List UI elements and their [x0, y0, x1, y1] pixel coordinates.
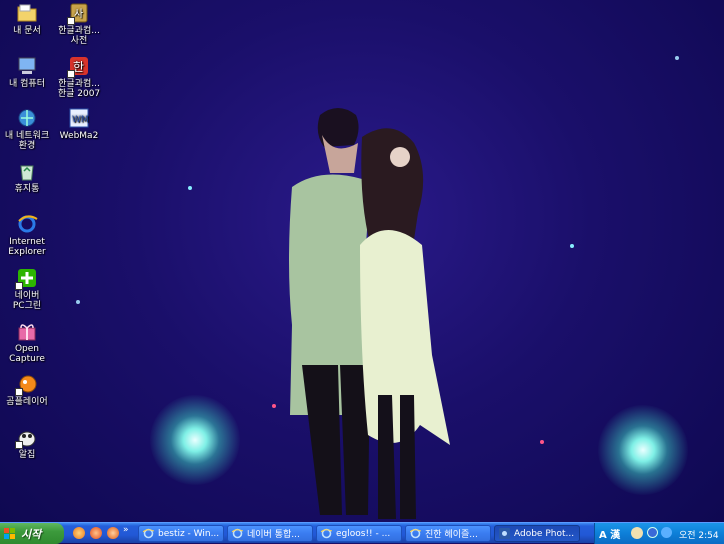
- task-button-hazel[interactable]: 진한 헤이즐...: [405, 525, 491, 542]
- recycle-bin-icon: [16, 160, 38, 182]
- task-button-photoshop[interactable]: Adobe Phot...: [494, 525, 580, 542]
- task-label: 네이버 통합...: [247, 530, 300, 540]
- system-tray: A 漢 오전 2:54: [594, 523, 724, 544]
- desktop-icon-my-computer[interactable]: 내 컴퓨터: [0, 55, 54, 89]
- task-label: bestiz - Win...: [158, 528, 220, 539]
- icon-label: 휴지통: [14, 184, 40, 194]
- desktop-icon-hangul-2007[interactable]: 한 한글과컴... 한글 2007: [52, 55, 106, 99]
- stage-light-right: [598, 405, 688, 495]
- desktop: 내 문서 사 한글과컴... 사전 내 컴퓨터 한 한글과컴... 한글 200…: [0, 0, 724, 522]
- icon-label: 네이버 PC그린: [12, 291, 42, 311]
- windows-flag-icon: [4, 527, 16, 540]
- icon-label: 내 컴퓨터: [9, 79, 45, 89]
- start-button[interactable]: 시작: [0, 523, 64, 544]
- start-label: 시작: [21, 527, 42, 541]
- ie-icon: [320, 528, 333, 539]
- desktop-icon-webma2[interactable]: WM WebMa2: [52, 107, 106, 141]
- sparkle: [76, 300, 80, 304]
- task-label: 진한 헤이즐...: [425, 530, 478, 540]
- desktop-icon-naver-pc-green[interactable]: 네이버 PC그린: [0, 267, 54, 311]
- sparkle: [570, 244, 574, 248]
- desktop-icon-my-network[interactable]: 내 네트워크 환경: [0, 107, 54, 151]
- task-label: egloos!! - ...: [336, 528, 391, 539]
- tray-app-icon[interactable]: [661, 527, 672, 538]
- ie-icon: [409, 528, 422, 539]
- task-label: Adobe Phot...: [514, 528, 575, 539]
- icon-label: 알집: [18, 450, 36, 460]
- desktop-icon-gom-player[interactable]: 곰플레이어: [0, 373, 54, 407]
- sparkle: [675, 56, 679, 60]
- webma-icon: WM: [68, 107, 90, 129]
- alzip-icon: [15, 426, 38, 449]
- quick-launch-gom-icon[interactable]: [73, 527, 85, 539]
- icon-label: WebMa2: [59, 131, 99, 141]
- svg-text:한: 한: [73, 60, 84, 74]
- naver-icon: [15, 267, 38, 290]
- desktop-icon-internet-explorer[interactable]: Internet Explorer: [0, 213, 54, 257]
- gom-icon: [15, 373, 38, 396]
- svg-text:사: 사: [74, 8, 83, 20]
- taskbar: 시작 » bestiz - Win... 네이버 통합... egloos!! …: [0, 522, 724, 544]
- task-button-bestiz[interactable]: bestiz - Win...: [138, 525, 224, 542]
- desktop-icon-recycle-bin[interactable]: 휴지통: [0, 160, 54, 194]
- svg-text:WM: WM: [72, 115, 89, 125]
- ime-indicator[interactable]: A 漢: [599, 526, 620, 541]
- icon-label: 내 네트워크 환경: [4, 131, 50, 151]
- desktop-icon-my-documents[interactable]: 내 문서: [0, 2, 54, 36]
- desktop-icon-alzip[interactable]: 알집: [0, 426, 54, 460]
- ie-icon: [142, 528, 155, 539]
- couple-photo: [289, 108, 450, 519]
- icon-label: Open Capture: [9, 344, 45, 364]
- task-button-naver[interactable]: 네이버 통합...: [227, 525, 313, 542]
- desktop-icon-open-capture[interactable]: Open Capture: [0, 320, 54, 364]
- hangul-icon: 한: [67, 55, 90, 78]
- sparkle: [188, 186, 192, 190]
- stage-light-left: [150, 395, 240, 485]
- tray-expand-icon[interactable]: [647, 527, 658, 538]
- photoshop-icon: [499, 528, 510, 539]
- icon-label: 한글과컴... 한글 2007: [57, 79, 101, 99]
- wallpaper: [0, 0, 724, 522]
- task-button-egloos[interactable]: egloos!! - ...: [316, 525, 402, 542]
- computer-icon: [16, 55, 38, 77]
- tray-character-icon[interactable]: [631, 527, 643, 539]
- clock[interactable]: 오전 2:54: [679, 528, 719, 541]
- folder-icon: [16, 2, 38, 24]
- ie-icon: [231, 528, 244, 539]
- icon-label: Internet Explorer: [8, 237, 46, 257]
- icon-label: 곰플레이어: [6, 397, 48, 407]
- network-icon: [16, 107, 38, 129]
- ie-icon: [16, 213, 38, 235]
- icon-label: 내 문서: [13, 26, 41, 36]
- quick-launch-app-icon[interactable]: [107, 527, 119, 539]
- gift-icon: [16, 320, 38, 342]
- quick-launch-player-icon[interactable]: [90, 527, 102, 539]
- desktop-icon-hangul-dictionary[interactable]: 사 한글과컴... 사전: [52, 2, 106, 46]
- dictionary-icon: 사: [67, 2, 90, 25]
- quick-launch-more-button[interactable]: »: [123, 525, 129, 535]
- sparkle: [540, 440, 544, 444]
- icon-label: 한글과컴... 사전: [58, 26, 100, 46]
